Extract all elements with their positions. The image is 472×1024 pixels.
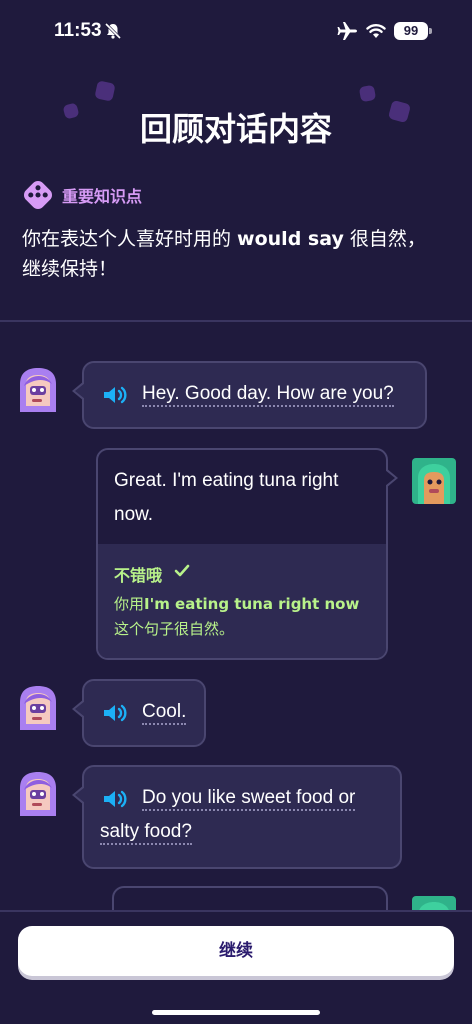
tip-label: 重要知识点 <box>62 187 143 206</box>
bell-muted-icon <box>104 22 122 40</box>
message-bubble: Cool. <box>72 679 206 747</box>
checkmark-icon <box>174 564 190 577</box>
wifi-icon <box>366 24 386 38</box>
user-message-text: Great. I'm eating tuna right now. <box>114 470 339 525</box>
speaker-icon[interactable] <box>102 702 128 724</box>
tip-text: 你在表达个人喜好时用的 would say 很自然，继续保持！ <box>22 228 426 280</box>
message-bubble: Hey. Good day. How are you? <box>72 361 427 429</box>
page-title: 回顾对话内容 <box>139 110 332 148</box>
decoration-square <box>358 84 377 103</box>
knowledge-icon <box>21 178 55 212</box>
feedback-panel: 不错哦 你用I'm eating tuna right now 这个句子很自然。 <box>98 544 386 658</box>
status-time: 11:53 <box>54 20 102 41</box>
speaker-icon[interactable] <box>102 384 128 406</box>
battery-tip <box>429 28 432 34</box>
continue-button[interactable]: 继续 <box>18 926 454 976</box>
divider <box>0 320 472 322</box>
user-message-bubble: Great. I'm eating tuna right now. 不错哦 你用… <box>96 448 398 660</box>
decoration-square <box>94 80 116 102</box>
message-bubble: Do you like sweet food or salty food? <box>72 765 402 869</box>
message-text: Hey. Good day. How are you? <box>142 377 394 411</box>
message-text: Do you like sweet food or salty food? <box>100 781 390 849</box>
lily-avatar <box>20 368 56 412</box>
home-indicator[interactable] <box>152 1010 320 1015</box>
lily-avatar <box>20 772 56 816</box>
tip-header: 重要知识点 <box>21 178 143 212</box>
feedback-text: 你用I'm eating tuna right now 这个句子很自然。 <box>114 595 360 638</box>
user-avatar <box>412 458 456 504</box>
status-bar: 11:53 99 <box>0 0 472 62</box>
lily-avatar <box>20 686 56 730</box>
airplane-icon <box>337 22 357 40</box>
battery-indicator: 99 <box>394 22 428 40</box>
feedback-title: 不错哦 <box>114 566 163 585</box>
message-text: Cool. <box>142 695 187 729</box>
